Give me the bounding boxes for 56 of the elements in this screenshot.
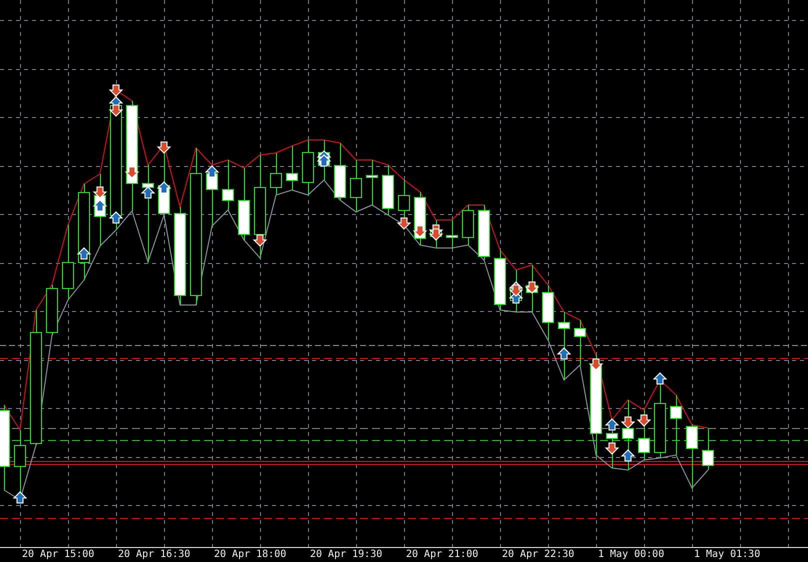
candlestick <box>334 142 346 200</box>
time-axis-label: 20 Apr 16:30 <box>118 549 190 562</box>
down-arrow-icon <box>620 416 636 429</box>
down-arrow-icon <box>108 84 124 97</box>
up-arrow-icon <box>12 491 28 504</box>
up-arrow-icon <box>140 186 156 198</box>
candlestick <box>622 400 634 470</box>
up-arrow-icon <box>652 372 668 384</box>
time-axis-label: 20 Apr 15:00 <box>22 549 94 562</box>
down-arrow-icon <box>124 166 140 179</box>
up-arrow-icon <box>604 418 620 430</box>
candlestick <box>670 394 682 456</box>
time-axis-label: 20 Apr 19:30 <box>310 549 382 562</box>
candlestick <box>270 152 282 196</box>
down-arrow-icon <box>604 442 620 455</box>
down-arrow-icon <box>396 218 412 230</box>
down-arrow-icon <box>524 282 540 294</box>
time-axis-label: 20 Apr 21:00 <box>406 549 478 562</box>
down-arrow-icon <box>92 186 108 199</box>
candlestick <box>350 160 362 212</box>
time-axis-label: 20 Apr 18:00 <box>214 549 286 562</box>
candlestick <box>46 284 58 336</box>
time-axis-label: 1 May 01:30 <box>694 549 760 562</box>
up-arrow-icon <box>76 247 92 260</box>
candlestick <box>462 204 474 246</box>
up-arrow-icon <box>316 154 332 166</box>
candlestick <box>222 160 234 210</box>
time-axis-label: 20 Apr 22:30 <box>502 549 574 562</box>
candlestick <box>574 320 586 366</box>
up-arrow-icon <box>108 211 124 224</box>
down-arrow-icon <box>252 234 268 247</box>
down-arrow-icon <box>108 104 124 117</box>
down-arrow-icon <box>156 142 172 154</box>
up-arrow-icon <box>556 347 572 360</box>
up-arrow-icon <box>92 199 108 212</box>
down-arrow-icon <box>412 226 428 238</box>
time-axis-label: 1 May 00:00 <box>598 549 664 562</box>
down-arrow-icon <box>588 358 604 371</box>
down-arrow-icon <box>636 414 652 427</box>
candlestick <box>286 146 298 190</box>
down-arrow-icon <box>508 284 524 297</box>
candlestick <box>702 428 714 470</box>
candlestick <box>542 284 554 340</box>
candlestick <box>686 424 698 488</box>
candlestick <box>558 312 570 380</box>
candlestick <box>366 160 378 206</box>
candlestick <box>382 164 394 216</box>
up-arrow-icon <box>620 449 636 462</box>
candlestick <box>302 140 314 196</box>
down-arrow-icon <box>428 228 444 241</box>
candlestick <box>478 204 490 260</box>
candlestick <box>446 220 458 248</box>
up-arrow-icon <box>204 165 220 178</box>
candlestick <box>494 250 506 310</box>
candlestick <box>638 410 650 460</box>
up-arrow-icon <box>156 181 172 194</box>
